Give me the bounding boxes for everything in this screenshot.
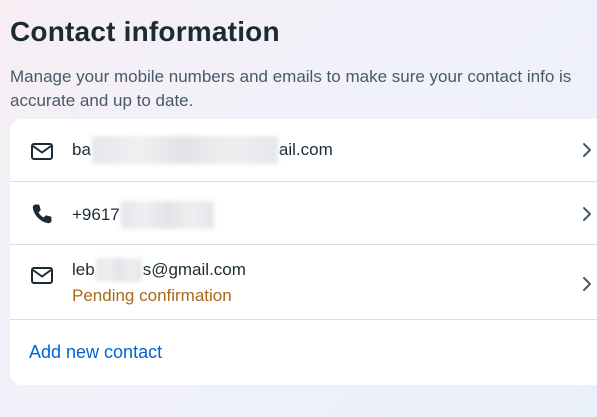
contact-value-end: ail.com: [278, 140, 333, 159]
mail-icon: [29, 262, 55, 288]
chevron-right-icon: [580, 142, 594, 158]
contact-list-card: ba ail.com +9617 leb s@gmail.com Pending…: [10, 119, 597, 385]
contact-value-start: +9617: [72, 205, 120, 224]
pending-status: Pending confirmation: [72, 286, 232, 305]
contact-value-start: ba: [72, 140, 91, 159]
mail-icon: [29, 138, 55, 164]
contact-value-start: leb: [72, 260, 95, 279]
contact-row-email-1[interactable]: ba ail.com: [10, 119, 597, 182]
redacted-block: [91, 136, 278, 164]
contact-value: +9617: [72, 201, 214, 229]
redacted-block: [120, 201, 214, 229]
page-description: Manage your mobile numbers and emails to…: [10, 67, 572, 110]
phone-icon: [29, 201, 55, 227]
contact-value-end: s@gmail.com: [142, 260, 246, 279]
contact-value: ba ail.com: [72, 136, 333, 164]
chevron-right-icon: [580, 276, 594, 292]
page-title: Contact information: [10, 16, 280, 47]
redacted-block: [95, 258, 142, 282]
contact-row-phone[interactable]: +9617: [10, 182, 597, 245]
chevron-right-icon: [580, 206, 594, 222]
contact-row-email-2[interactable]: leb s@gmail.com Pending confirmation: [10, 245, 597, 320]
add-new-contact-link[interactable]: Add new contact: [29, 342, 162, 363]
contact-value: leb s@gmail.com: [72, 258, 246, 282]
